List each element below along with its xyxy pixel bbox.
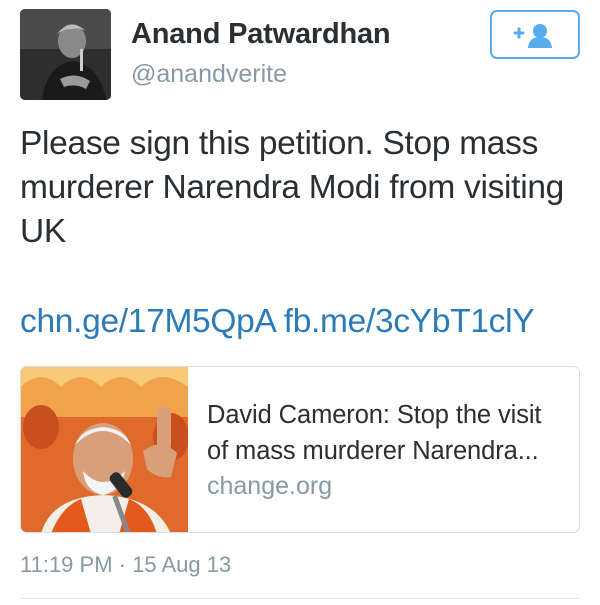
tweet-link-petition[interactable]: chn.ge/17M5QpA xyxy=(20,303,275,340)
author-name[interactable]: Anand Patwardhan xyxy=(131,18,391,51)
tweet-text: Please sign this petition. Stop mass mur… xyxy=(20,125,564,250)
tweet-date: 15 Aug 13 xyxy=(132,552,232,577)
card-thumbnail-photo xyxy=(21,367,188,532)
follow-button[interactable] xyxy=(490,10,580,59)
tweet-link-facebook[interactable]: fb.me/3cYbT1clY xyxy=(284,303,535,340)
divider xyxy=(20,598,580,599)
author-handle[interactable]: @anandverite xyxy=(131,60,287,89)
link-preview-card[interactable]: David Cameron: Stop the visit of mass mu… xyxy=(20,366,580,533)
tweet-time: 11:19 PM xyxy=(20,552,113,577)
tweet-timestamp[interactable]: 11:19 PM · 15 Aug 13 xyxy=(20,552,231,578)
card-domain: change.org xyxy=(207,472,333,500)
avatar[interactable] xyxy=(20,9,111,100)
tweet-links: chn.ge/17M5QpA fb.me/3cYbT1clY xyxy=(20,300,590,344)
card-thumbnail xyxy=(21,367,188,532)
card-title: David Cameron: Stop the visit of mass mu… xyxy=(207,401,542,465)
person-add-icon xyxy=(513,23,552,48)
avatar-photo xyxy=(20,9,111,100)
tweet: Anand Patwardhan @anandverite Please sig… xyxy=(0,0,600,605)
timestamp-separator: · xyxy=(118,552,126,577)
